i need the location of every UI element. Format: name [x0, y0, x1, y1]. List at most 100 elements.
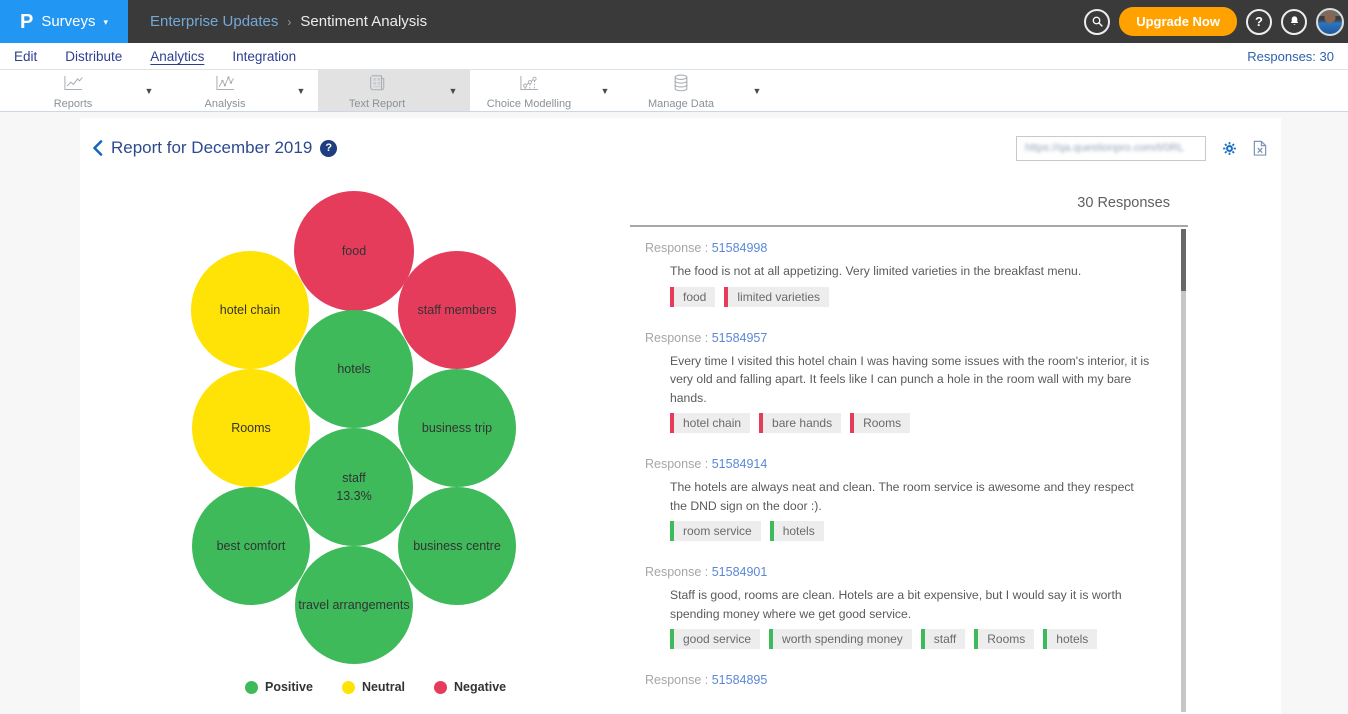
tag-room-service[interactable]: room service: [670, 521, 761, 541]
scatter-chart-icon: [214, 75, 236, 97]
tag-worth-spending-money[interactable]: worth spending money: [769, 629, 912, 649]
response-item: Response : 51584998 The food is not at al…: [645, 241, 1168, 307]
toolbar-item-main: Text Report: [318, 71, 436, 110]
bubble-staff[interactable]: staff13.3%: [295, 428, 413, 546]
bubble-staff-members[interactable]: staff members: [398, 251, 516, 369]
toolbar-item-main: Choice Modelling: [470, 72, 588, 110]
search-button[interactable]: [1084, 9, 1110, 35]
upgrade-now-button[interactable]: Upgrade Now: [1119, 7, 1237, 36]
response-item: Response : 51584957 Every time I visited …: [645, 331, 1168, 434]
report-toolbar: Reports▼Analysis▼Text Report▼Choice Mode…: [0, 70, 1348, 112]
response-text: Every time I visited this hotel chain I …: [645, 352, 1150, 408]
response-label: Response :: [645, 673, 712, 687]
bubble-label: best comfort: [217, 537, 286, 555]
bubble-hotels[interactable]: hotels: [295, 310, 413, 428]
response-text: The food is not at all appetizing. Very …: [645, 262, 1150, 281]
legend-item-negative: Negative: [434, 680, 506, 694]
response-tags: good service worth spending money staff Roo…: [645, 629, 1168, 649]
report-settings-button[interactable]: [1222, 141, 1237, 156]
tag-hotels[interactable]: hotels: [770, 521, 824, 541]
tag-staff[interactable]: staff: [921, 629, 965, 649]
tag-hotels[interactable]: hotels: [1043, 629, 1097, 649]
response-id-link[interactable]: 51584998: [712, 241, 768, 255]
surveys-menu-button[interactable]: P Surveys ▾: [0, 0, 128, 43]
response-id-link[interactable]: 51584895: [712, 673, 768, 687]
chevron-down-icon[interactable]: ▼: [132, 86, 166, 96]
tag-hotel-chain[interactable]: hotel chain: [670, 413, 750, 433]
bubble-business-trip[interactable]: business trip: [398, 369, 516, 487]
tag-rooms[interactable]: Rooms: [850, 413, 910, 433]
responses-scrollbar[interactable]: [1181, 229, 1186, 712]
chevron-down-icon[interactable]: ▼: [284, 86, 318, 96]
breadcrumb-survey-name[interactable]: Enterprise Updates: [150, 13, 278, 30]
bubble-chart: Positive Neutral Negative food hotel chain s…: [190, 190, 524, 710]
response-header: Response : 51584998: [645, 241, 1168, 255]
bubble-hotel-chain[interactable]: hotel chain: [191, 251, 309, 369]
legend-item-positive: Positive: [245, 680, 313, 694]
bubble-best-comfort[interactable]: best comfort: [192, 487, 310, 605]
notifications-button[interactable]: [1281, 9, 1307, 35]
responses-list: Response : 51584998 The food is not at al…: [645, 227, 1168, 687]
gear-icon: [1222, 141, 1237, 156]
response-id-link[interactable]: 51584914: [712, 457, 768, 471]
toolbar-item-analysis[interactable]: Analysis▼: [166, 70, 318, 111]
chevron-down-icon[interactable]: ▼: [740, 86, 774, 96]
tag-food[interactable]: food: [670, 287, 715, 307]
menu-item-analytics[interactable]: Analytics: [150, 49, 204, 64]
response-id-link[interactable]: 51584957: [712, 331, 768, 345]
chevron-down-icon[interactable]: ▼: [588, 86, 622, 96]
share-url-input[interactable]: [1017, 142, 1205, 154]
user-avatar[interactable]: [1316, 8, 1344, 36]
tag-limited-varieties[interactable]: limited varieties: [724, 287, 829, 307]
report-header-actions: [1016, 136, 1267, 161]
tag-bare-hands[interactable]: bare hands: [759, 413, 841, 433]
bubble-label: business trip: [422, 419, 492, 437]
toolbar-item-manage-data[interactable]: Manage Data▼: [622, 70, 774, 111]
export-excel-button[interactable]: [1253, 140, 1267, 156]
tag-good-service[interactable]: good service: [670, 629, 760, 649]
scrollbar-thumb[interactable]: [1181, 229, 1186, 291]
response-label: Response :: [645, 457, 712, 471]
bubble-food[interactable]: food: [294, 191, 414, 311]
bubble-rooms[interactable]: Rooms: [192, 369, 310, 487]
toolbar-item-text-report[interactable]: Text Report▼: [318, 70, 470, 111]
chevron-left-icon: [92, 140, 103, 156]
report-body: Positive Neutral Negative food hotel chain s…: [80, 170, 1281, 714]
bubble-label: hotel chain: [220, 301, 280, 319]
breadcrumb-separator: ›: [287, 15, 291, 29]
bubble-label: hotels: [337, 360, 370, 378]
responses-panel: Response : 51584998 The food is not at al…: [630, 225, 1188, 712]
responses-summary[interactable]: Responses: 30: [1247, 49, 1334, 64]
bubble-business-centre[interactable]: business centre: [398, 487, 516, 605]
legend-item-neutral: Neutral: [342, 680, 405, 694]
toolbar-item-main: Manage Data: [622, 71, 740, 110]
response-header: Response : 51584914: [645, 457, 1168, 471]
toolbar-item-choice-modelling[interactable]: Choice Modelling▼: [470, 70, 622, 111]
response-label: Response :: [645, 241, 712, 255]
bubble-travel-arrangements[interactable]: travel arrangements: [295, 546, 413, 664]
breadcrumb: Enterprise Updates › Sentiment Analysis: [150, 13, 427, 30]
response-id-link[interactable]: 51584901: [712, 565, 768, 579]
bubble-label: food: [342, 242, 366, 260]
bubble-label: staff: [342, 469, 365, 487]
back-button[interactable]: [92, 140, 103, 156]
menu-item-integration[interactable]: Integration: [232, 49, 296, 64]
response-tags: room service hotels: [645, 521, 1168, 541]
response-tags: food limited varieties: [645, 287, 1168, 307]
search-icon: [1091, 15, 1104, 28]
response-header: Response : 51584901: [645, 565, 1168, 579]
menu-item-distribute[interactable]: Distribute: [65, 49, 122, 64]
bubble-label: travel arrangements: [298, 596, 409, 614]
response-header: Response : 51584895: [645, 673, 1168, 687]
topbar-actions: Upgrade Now ?: [1084, 7, 1348, 36]
toolbar-item-reports[interactable]: Reports▼: [14, 70, 166, 111]
response-item: Response : 51584901Staff is good, rooms …: [645, 565, 1168, 649]
help-button[interactable]: ?: [1246, 9, 1272, 35]
bubble-label: Rooms: [231, 419, 271, 437]
title-help-icon[interactable]: ?: [320, 140, 337, 157]
response-item: Response : 51584914The hotels are always…: [645, 457, 1168, 541]
response-label: Response :: [645, 331, 712, 345]
tag-rooms[interactable]: Rooms: [974, 629, 1034, 649]
menu-item-edit[interactable]: Edit: [14, 49, 37, 64]
chevron-down-icon[interactable]: ▼: [436, 86, 470, 96]
